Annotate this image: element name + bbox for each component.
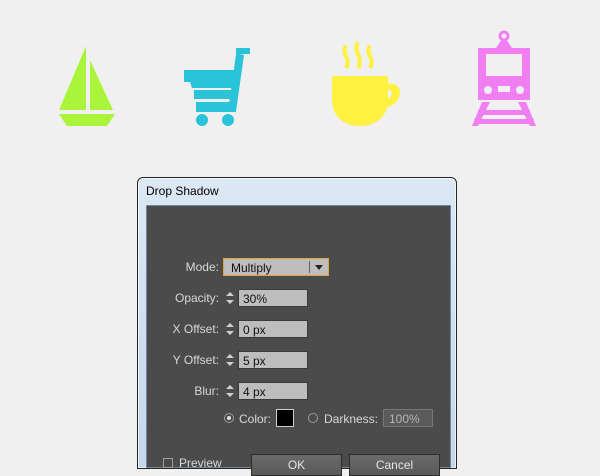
- color-radio[interactable]: [224, 413, 234, 423]
- darkness-input[interactable]: 100%: [383, 409, 433, 427]
- sailboat-icon: [55, 46, 119, 126]
- coffee-cup-icon: [330, 40, 404, 128]
- blur-label: Blur:: [194, 384, 219, 398]
- dialog-title: Drop Shadow: [146, 184, 219, 198]
- up-arrow-icon[interactable]: [226, 292, 234, 296]
- blur-input[interactable]: 4 px: [238, 382, 308, 400]
- x-offset-label: X Offset:: [172, 322, 219, 336]
- mode-select[interactable]: Multiply: [223, 258, 329, 276]
- mode-label: Mode:: [185, 260, 219, 274]
- down-arrow-icon[interactable]: [226, 393, 234, 397]
- x-offset-stepper[interactable]: [223, 320, 237, 338]
- darkness-label: Darkness:: [324, 412, 379, 426]
- up-arrow-icon[interactable]: [226, 385, 234, 389]
- opacity-stepper[interactable]: [223, 289, 237, 307]
- ok-button[interactable]: OK: [251, 454, 342, 476]
- drop-shadow-dialog: Drop Shadow Mode: Multiply Opacity: 30% …: [137, 177, 457, 476]
- mode-value: Multiply: [231, 261, 272, 275]
- y-offset-input[interactable]: 5 px: [238, 351, 308, 369]
- down-arrow-icon[interactable]: [226, 300, 234, 304]
- train-icon: [472, 30, 536, 128]
- opacity-label: Opacity:: [174, 291, 219, 305]
- color-swatch[interactable]: [276, 409, 294, 427]
- y-offset-stepper[interactable]: [223, 351, 237, 369]
- preview-checkbox[interactable]: [163, 458, 173, 468]
- cancel-button[interactable]: Cancel: [349, 454, 440, 476]
- down-arrow-icon[interactable]: [226, 331, 234, 335]
- up-arrow-icon[interactable]: [226, 323, 234, 327]
- preview-label: Preview: [179, 456, 222, 470]
- up-arrow-icon[interactable]: [226, 354, 234, 358]
- dialog-body: Mode: Multiply Opacity: 30% X Offset: 0 …: [146, 205, 451, 476]
- x-offset-input[interactable]: 0 px: [238, 320, 308, 338]
- blur-stepper[interactable]: [223, 382, 237, 400]
- y-offset-label: Y Offset:: [172, 353, 219, 367]
- darkness-radio[interactable]: [308, 413, 318, 423]
- down-arrow-icon[interactable]: [226, 362, 234, 366]
- chevron-down-icon: [315, 265, 323, 270]
- shopping-cart-icon: [184, 48, 254, 126]
- color-label: Color:: [239, 412, 272, 426]
- opacity-input[interactable]: 30%: [238, 289, 308, 307]
